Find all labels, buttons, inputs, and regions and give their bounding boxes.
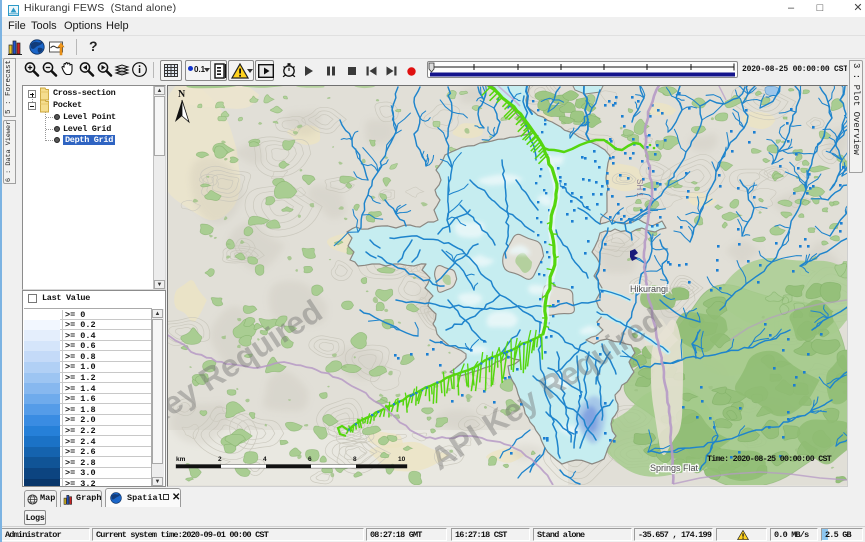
svg-text:Hikurangi: Hikurangi [630,284,668,294]
svg-text:10: 10 [398,456,406,463]
svg-text:2: 2 [218,456,222,463]
svg-text:N: N [178,89,186,100]
svg-text:8: 8 [353,456,357,463]
svg-text:4: 4 [263,456,267,463]
svg-text:Springs Flat: Springs Flat [650,463,699,473]
svg-text:SH 1: SH 1 [635,179,644,197]
svg-text:Time: 2020-08-25 00:00:00 CST: Time: 2020-08-25 00:00:00 CST [707,454,832,464]
svg-text:km: km [176,456,186,463]
svg-text:6: 6 [308,456,312,463]
